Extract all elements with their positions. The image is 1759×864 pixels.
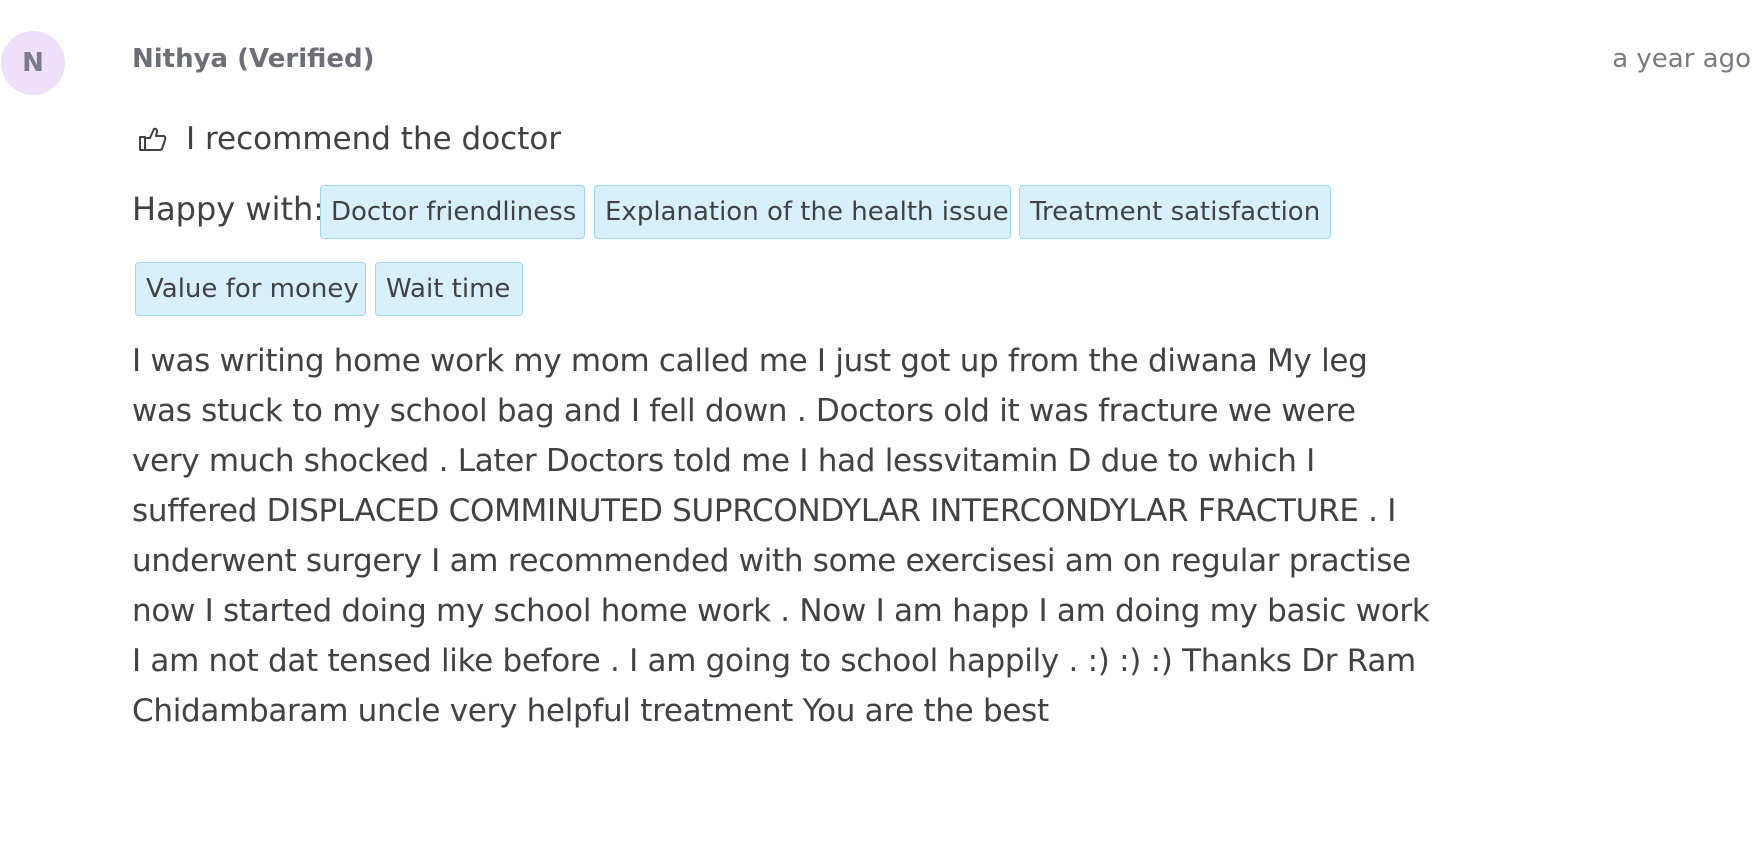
avatar: N bbox=[1, 31, 65, 95]
review-card: N Nithya (Verified) a year ago I recomme… bbox=[0, 0, 1759, 864]
tag-doctor-friendliness: Doctor friendliness bbox=[320, 185, 585, 239]
review-text: I was writing home work my mom called me… bbox=[132, 343, 1430, 729]
tag-treatment-satisfaction: Treatment satisfaction bbox=[1019, 185, 1331, 239]
recommendation: I recommend the doctor bbox=[138, 121, 561, 157]
reviewer-name: Nithya (Verified) bbox=[132, 44, 375, 74]
tag-wait-time: Wait time bbox=[375, 262, 523, 316]
thumbs-up-icon bbox=[139, 127, 167, 151]
avatar-initial: N bbox=[22, 48, 44, 78]
tag-value-for-money: Value for money bbox=[135, 262, 366, 316]
tag-explanation: Explanation of the health issue bbox=[594, 185, 1011, 239]
recommend-text: I recommend the doctor bbox=[186, 121, 562, 157]
happy-with-label: Happy with: bbox=[132, 190, 325, 228]
review-time: a year ago bbox=[1612, 44, 1751, 74]
